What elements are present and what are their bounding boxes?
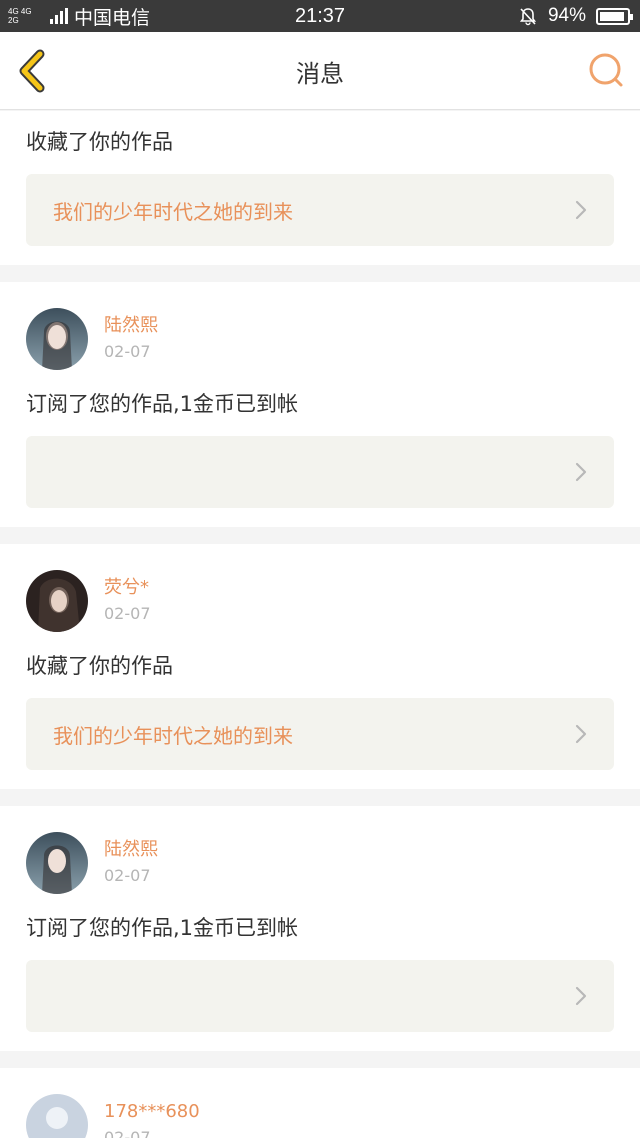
message-date: 02-07 — [104, 866, 151, 885]
battery-level — [600, 11, 625, 21]
message-date: 02-07 — [104, 1128, 151, 1138]
work-link[interactable] — [26, 960, 614, 1032]
message-card: 陆然熙 02-07 订阅了您的作品,1金币已到帐 — [0, 806, 640, 1051]
network-type: 4G 4G 2G — [8, 7, 32, 25]
work-title: 我们的少年时代之她的到来 — [53, 199, 293, 224]
message-card: 荧兮* 02-07 收藏了你的作品 我们的少年时代之她的到来 — [0, 544, 640, 789]
message-action: 收藏了你的作品 — [26, 654, 173, 678]
message-card: 陆然熙 02-07 订阅了您的作品,1金币已到帐 — [0, 282, 640, 527]
page-title: 消息 — [296, 60, 344, 88]
avatar[interactable] — [26, 570, 88, 632]
carrier-name: 中国电信 — [74, 7, 151, 29]
message-action: 订阅了您的作品,1金币已到帐 — [26, 916, 299, 940]
chevron-left-icon[interactable] — [12, 48, 56, 94]
user-name[interactable]: 陆然熙 — [104, 315, 158, 337]
chevron-right-icon — [575, 724, 587, 744]
user-name[interactable]: 荧兮* — [104, 577, 151, 599]
message-user: 荧兮* 02-07 — [26, 544, 614, 632]
avatar[interactable] — [26, 308, 88, 370]
message-list: 收藏了你的作品 我们的少年时代之她的到来 陆然熙 02-07 订阅了您的作品,1… — [0, 111, 640, 1138]
status-bar: 4G 4G 2G 中国电信 21:37 94% — [0, 0, 640, 32]
mute-bell-icon — [519, 8, 537, 26]
message-date: 02-07 — [104, 604, 151, 623]
message-card: 收藏了你的作品 我们的少年时代之她的到来 — [0, 111, 640, 265]
message-user: 陆然熙 02-07 — [26, 282, 614, 370]
work-link[interactable] — [26, 436, 614, 508]
work-title: 我们的少年时代之她的到来 — [53, 723, 293, 748]
work-link[interactable]: 我们的少年时代之她的到来 — [26, 698, 614, 770]
default-avatar-icon[interactable] — [26, 1094, 88, 1138]
search-icon[interactable] — [586, 50, 626, 90]
message-card: 178***680 02-07 — [0, 1068, 640, 1138]
chevron-right-icon — [575, 462, 587, 482]
battery-percent: 94% — [547, 5, 586, 26]
message-user: 陆然熙 02-07 — [26, 806, 614, 894]
avatar[interactable] — [26, 832, 88, 894]
message-action: 收藏了你的作品 — [26, 130, 173, 154]
battery-icon — [596, 7, 633, 25]
message-date: 02-07 — [104, 342, 151, 361]
user-name[interactable]: 178***680 — [104, 1101, 200, 1123]
signal-icon — [50, 8, 68, 24]
user-name[interactable]: 陆然熙 — [104, 839, 158, 861]
message-user: 178***680 02-07 — [26, 1068, 614, 1138]
chevron-right-icon — [575, 986, 587, 1006]
nav-bar: 消息 — [0, 32, 640, 110]
message-action: 订阅了您的作品,1金币已到帐 — [26, 392, 299, 416]
chevron-right-icon — [575, 200, 587, 220]
work-link[interactable]: 我们的少年时代之她的到来 — [26, 174, 614, 246]
